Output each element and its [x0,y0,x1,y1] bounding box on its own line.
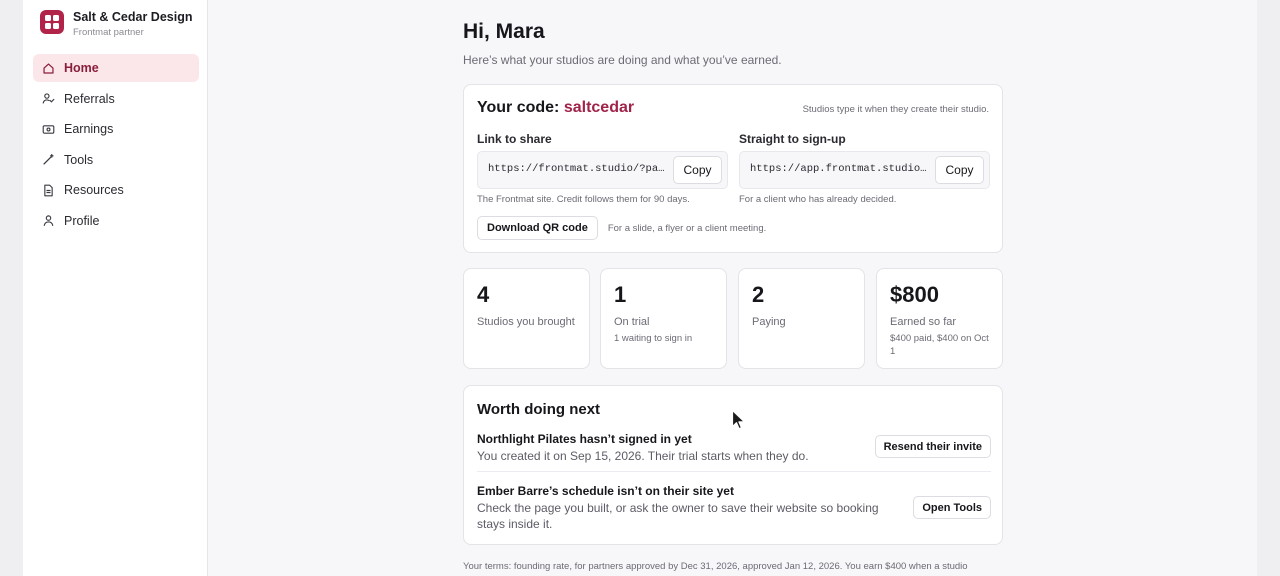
qr-note: For a slide, a flyer or a client meeting… [607,222,767,234]
stat-value: 1 [614,282,627,307]
app-window: Salt & Cedar Design Frontmat partner Hom… [23,0,1257,576]
stat-card-paying: 2 Paying [738,268,865,369]
referral-code-hint: Studios type it when they create their s… [802,104,989,115]
brand-name: Salt & Cedar Design [73,10,193,24]
signup-link-note: For a client who has already decided. [739,194,897,205]
sidebar-item-home[interactable]: Home [33,54,199,82]
brand-logo-icon [40,10,64,34]
task-item: Ember Barre’s schedule isn’t on their si… [477,484,991,532]
sidebar-item-label: Tools [64,152,94,167]
resend-invite-button[interactable]: Resend their invite [874,435,991,458]
stat-label: Earned so far [890,316,957,328]
sidebar-item-resources[interactable]: Resources [33,176,199,204]
stat-card-earned: $800 Earned so far $400 paid, $400 on Oc… [876,268,1003,369]
sidebar-item-profile[interactable]: Profile [33,207,199,235]
sidebar-item-label: Profile [64,213,100,228]
stat-sublabel: 1 waiting to sign in [614,333,693,344]
task-item: Northlight Pilates hasn’t signed in yet … [477,432,991,472]
signup-link-field: https://app.frontmat.studio… Copy [739,151,990,189]
sidebar-item-earnings[interactable]: Earnings [33,115,199,143]
referral-code-value[interactable]: saltcedar [564,99,634,116]
task-title: Ember Barre’s schedule isn’t on their si… [477,484,734,498]
sidebar: Salt & Cedar Design Frontmat partner Hom… [23,0,208,576]
signup-link-group: Straight to sign-up https://app.frontmat… [739,132,990,205]
signup-link-label: Straight to sign-up [739,132,846,146]
banknote-icon [41,122,55,136]
stat-sublabel: $400 paid, $400 on Oct 1 [890,333,989,357]
mouse-cursor-icon [731,409,746,430]
share-link-field: https://frontmat.studio/?pa… Copy [477,151,728,189]
sidebar-item-referrals[interactable]: Referrals [33,85,199,113]
page-subtitle: Here’s what your studios are doing and w… [463,53,782,67]
stat-value: $800 [890,282,939,307]
page-title: Hi, Mara [463,20,545,43]
brand[interactable]: Salt & Cedar Design Frontmat partner [40,10,192,38]
stat-value: 2 [752,282,765,307]
stat-card-studios: 4 Studios you brought [463,268,590,369]
home-icon [41,61,55,75]
stat-label: Studios you brought [477,316,575,328]
referral-code-card: Your code: saltcedar Studios type it whe… [463,84,1003,253]
share-link-note: The Frontmat site. Credit follows them f… [477,194,690,205]
task-description: Check the page you built, or ask the own… [477,501,879,531]
stat-card-on-trial: 1 On trial 1 waiting to sign in [600,268,727,369]
copy-signup-link-button[interactable]: Copy [935,156,984,184]
sidebar-item-label: Resources [64,183,124,197]
referral-code-title: Your code: saltcedar [477,99,634,117]
task-description: You created it on Sep 15, 2026. Their tr… [477,449,809,463]
download-qr-button[interactable]: Download QR code [477,216,598,240]
share-link-url[interactable]: https://frontmat.studio/?pa… [488,163,670,175]
sidebar-nav: Home Referrals Earnings Tools Resources … [33,54,199,237]
share-link-label: Link to share [477,132,552,146]
signup-link-url[interactable]: https://app.frontmat.studio… [750,163,932,175]
user-check-icon [41,92,55,106]
stat-label: On trial [614,316,650,328]
stat-value: 4 [477,282,490,307]
document-icon [41,183,55,197]
open-tools-button[interactable]: Open Tools [913,496,991,519]
sidebar-item-label: Home [64,61,99,75]
referral-code-label: Your code: [477,99,560,116]
user-icon [41,214,55,228]
sidebar-item-label: Earnings [64,122,114,136]
copy-share-link-button[interactable]: Copy [673,156,722,184]
share-link-group: Link to share https://frontmat.studio/?p… [477,132,728,205]
brand-subtitle: Frontmat partner [73,27,144,38]
next-steps-title: Worth doing next [477,401,601,418]
sidebar-item-label: Referrals [64,91,115,106]
stat-label: Paying [752,316,786,328]
partner-terms: Your terms: founding rate, for partners … [463,561,968,572]
wand-icon [41,153,55,167]
qr-row: Download QR code For a slide, a flyer or… [477,216,766,240]
sidebar-item-tools[interactable]: Tools [33,146,199,174]
